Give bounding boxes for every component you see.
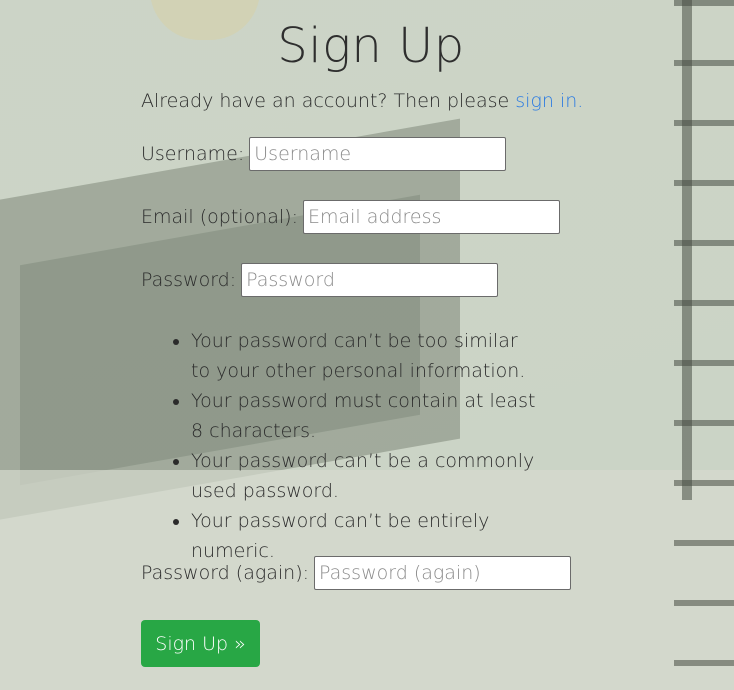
username-input[interactable] [249, 137, 507, 171]
email-row: Email (optional): [141, 200, 560, 234]
page-title: Sign Up [277, 18, 465, 74]
sign-up-button[interactable]: Sign Up » [141, 620, 260, 667]
signin-link[interactable]: sign in. [515, 90, 583, 112]
email-label: Email (optional): [141, 206, 298, 228]
password-requirement-item: Your password can’t be too similar to yo… [191, 326, 541, 386]
background-rack [674, 0, 734, 690]
password-confirm-label: Password (again): [141, 562, 310, 584]
password-requirement-item: Your password must contain at least 8 ch… [191, 386, 541, 446]
password-requirement-item: Your password can’t be a commonly used p… [191, 446, 541, 506]
username-row: Username: [141, 137, 507, 171]
username-label: Username: [141, 143, 245, 165]
password-requirements-list: Your password can’t be too similar to yo… [141, 326, 541, 566]
signin-prompt-text: Already have an account? Then please [141, 90, 516, 112]
signin-prompt: Already have an account? Then please sig… [141, 90, 583, 112]
password-confirm-row: Password (again): [141, 556, 572, 590]
password-label: Password: [141, 269, 237, 291]
email-input[interactable] [302, 200, 560, 234]
password-confirm-input[interactable] [314, 556, 572, 590]
password-input[interactable] [241, 263, 499, 297]
password-row: Password: [141, 263, 499, 297]
